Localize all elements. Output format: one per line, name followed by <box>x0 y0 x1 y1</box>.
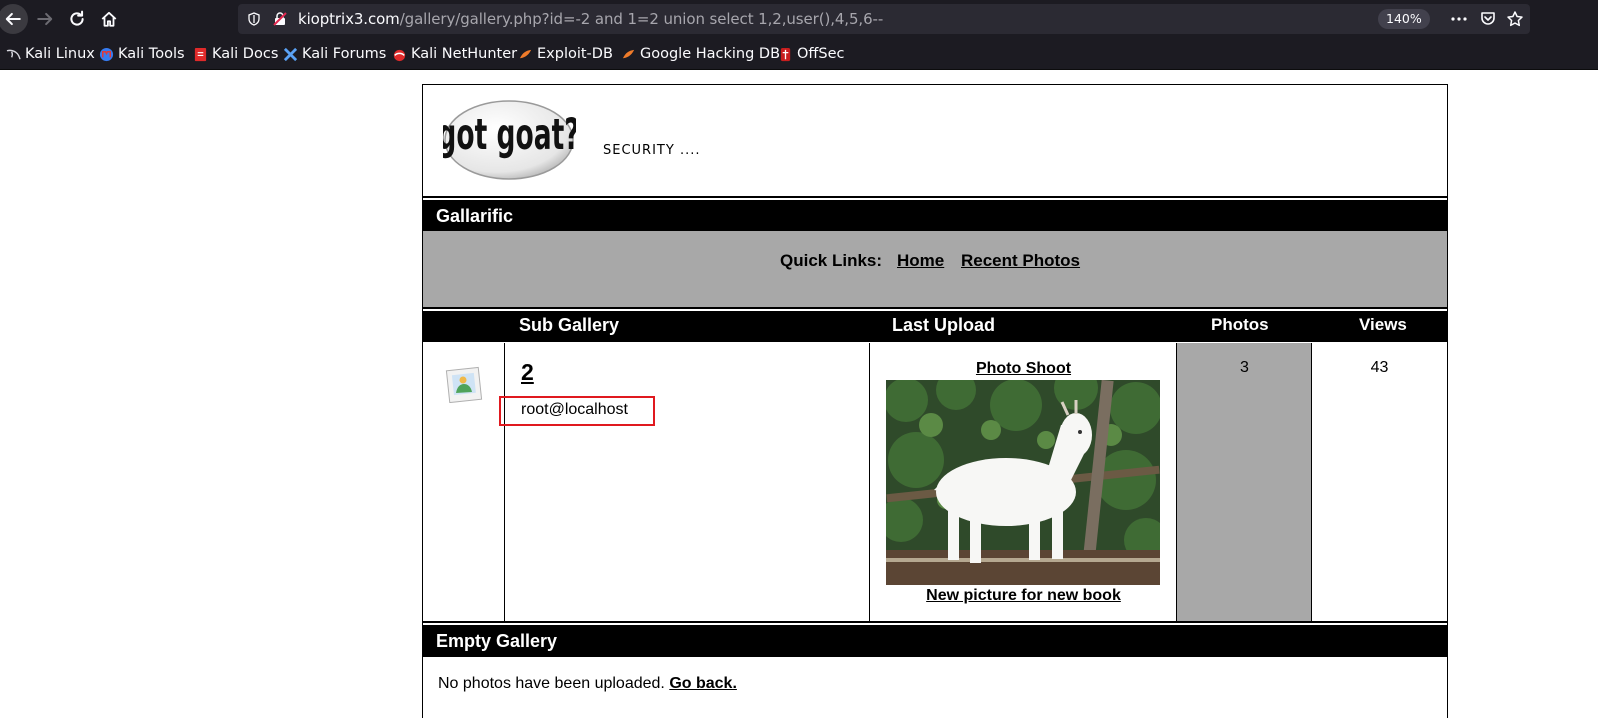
empty-message-text: No photos have been uploaded. <box>438 675 665 692</box>
pocket-icon[interactable] <box>1479 10 1497 28</box>
sub-gallery-description: root@localhost <box>521 401 628 418</box>
bookmark-exploit-db[interactable]: Exploit-DB <box>518 45 613 63</box>
bookmark-label: Kali Docs <box>212 46 279 62</box>
bookmark-star-icon[interactable] <box>1506 10 1524 28</box>
photos-count-cell: 3 <box>1177 343 1312 621</box>
sub-gallery-cell: 2 root@localhost <box>499 343 870 621</box>
table-row: 2 root@localhost Photo Shoot New picture… <box>423 343 1447 621</box>
site-tagline: SECURITY .... <box>603 143 701 158</box>
quick-links-label: Quick Links: <box>780 251 883 270</box>
bookmark-kali-nethunter[interactable]: Kali NetHunter <box>392 45 517 63</box>
bookmark-offsec[interactable]: OffSec <box>778 45 845 63</box>
arrow-right-icon <box>37 12 53 26</box>
divider <box>423 341 1447 342</box>
views-count-cell: 43 <box>1312 343 1447 621</box>
last-upload-title-link[interactable]: Photo Shoot <box>870 360 1177 378</box>
bookmarks-bar: Kali Linux Kali Tools Kali Docs Kali For… <box>0 38 1598 70</box>
sub-gallery-link[interactable]: 2 <box>521 359 534 386</box>
quick-links-panel: Quick Links: Home Recent Photos <box>423 231 1447 307</box>
url-host: kioptrix3.com <box>298 10 400 28</box>
arrow-left-icon <box>5 12 21 26</box>
last-upload-caption-link[interactable]: New picture for new book <box>870 587 1177 605</box>
url-path: /gallery/gallery.php?id=-2 and 1=2 union… <box>399 10 884 28</box>
exploit-db-icon <box>519 49 532 58</box>
bookmark-label: Kali Forums <box>302 46 387 62</box>
ghdb-icon <box>622 49 635 58</box>
divider <box>423 307 1447 309</box>
col-header-last-upload: Last Upload <box>892 315 996 335</box>
bookmark-label: Kali Tools <box>118 46 185 62</box>
col-header-views: Views <box>1359 315 1407 334</box>
bookmark-label: Kali NetHunter <box>411 46 518 62</box>
bookmark-kali-linux[interactable]: Kali Linux <box>6 45 95 63</box>
bookmark-label: Google Hacking DB <box>640 46 781 62</box>
col-header-photos: Photos <box>1211 315 1269 334</box>
image-placeholder-icon[interactable] <box>445 365 483 403</box>
col-header-sub-gallery: Sub Gallery <box>519 315 620 335</box>
back-button[interactable] <box>0 4 28 34</box>
empty-gallery-bar: Empty Gallery <box>423 625 1447 657</box>
more-actions-icon[interactable] <box>1450 10 1468 28</box>
url-bar[interactable]: kioptrix3.com/gallery/gallery.php?id=-2 … <box>238 4 1530 34</box>
bookmark-label: Kali Linux <box>25 46 95 62</box>
reload-button[interactable] <box>62 4 92 34</box>
goat-photo[interactable] <box>886 380 1160 585</box>
go-back-link[interactable]: Go back. <box>669 675 737 692</box>
nethunter-icon <box>393 49 406 61</box>
photos-count: 3 <box>1240 359 1249 376</box>
bookmark-label: OffSec <box>797 46 845 62</box>
home-button[interactable] <box>94 4 124 34</box>
url-text[interactable]: kioptrix3.com/gallery/gallery.php?id=-2 … <box>298 10 883 28</box>
reload-icon <box>70 10 84 26</box>
empty-gallery-message: No photos have been uploaded. Go back. <box>438 675 737 693</box>
kali-tools-icon <box>99 47 114 61</box>
gallery-title: Gallarific <box>436 206 514 226</box>
home-icon <box>101 11 117 27</box>
bookmark-kali-docs[interactable]: Kali Docs <box>193 45 278 63</box>
bookmark-google-hacking-db[interactable]: Google Hacking DB <box>621 45 780 63</box>
forward-button[interactable] <box>30 4 60 34</box>
shield-icon[interactable] <box>247 12 261 26</box>
home-link[interactable]: Home <box>897 251 944 271</box>
bookmark-kali-tools[interactable]: Kali Tools <box>99 45 185 63</box>
browser-toolbar: kioptrix3.com/gallery/gallery.php?id=-2 … <box>0 0 1598 38</box>
got-goat-logo[interactable]: got goat? <box>443 99 576 181</box>
last-upload-cell: Photo Shoot New picture for new book <box>870 343 1177 621</box>
divider <box>423 196 1447 198</box>
kali-dragon-icon <box>6 49 21 59</box>
divider <box>423 621 1447 623</box>
views-count: 43 <box>1370 359 1389 376</box>
gallery-title-bar: Gallarific <box>423 200 1447 231</box>
kali-forums-icon <box>283 47 298 61</box>
empty-gallery-title: Empty Gallery <box>436 631 558 651</box>
insecure-lock-icon[interactable] <box>272 11 288 27</box>
site-header: got goat? SECURITY .... <box>423 85 1447 196</box>
zoom-badge[interactable]: 140% <box>1378 9 1430 29</box>
gallery-icon-cell <box>423 343 505 621</box>
svg-text:got goat?: got goat? <box>443 111 576 160</box>
bookmark-label: Exploit-DB <box>537 46 613 62</box>
offsec-icon <box>780 47 791 61</box>
kali-docs-icon <box>194 47 207 61</box>
recent-photos-link[interactable]: Recent Photos <box>961 251 1080 271</box>
gallery-page: got goat? SECURITY .... Gallarific Quick… <box>422 84 1448 718</box>
bookmark-kali-forums[interactable]: Kali Forums <box>283 45 386 63</box>
